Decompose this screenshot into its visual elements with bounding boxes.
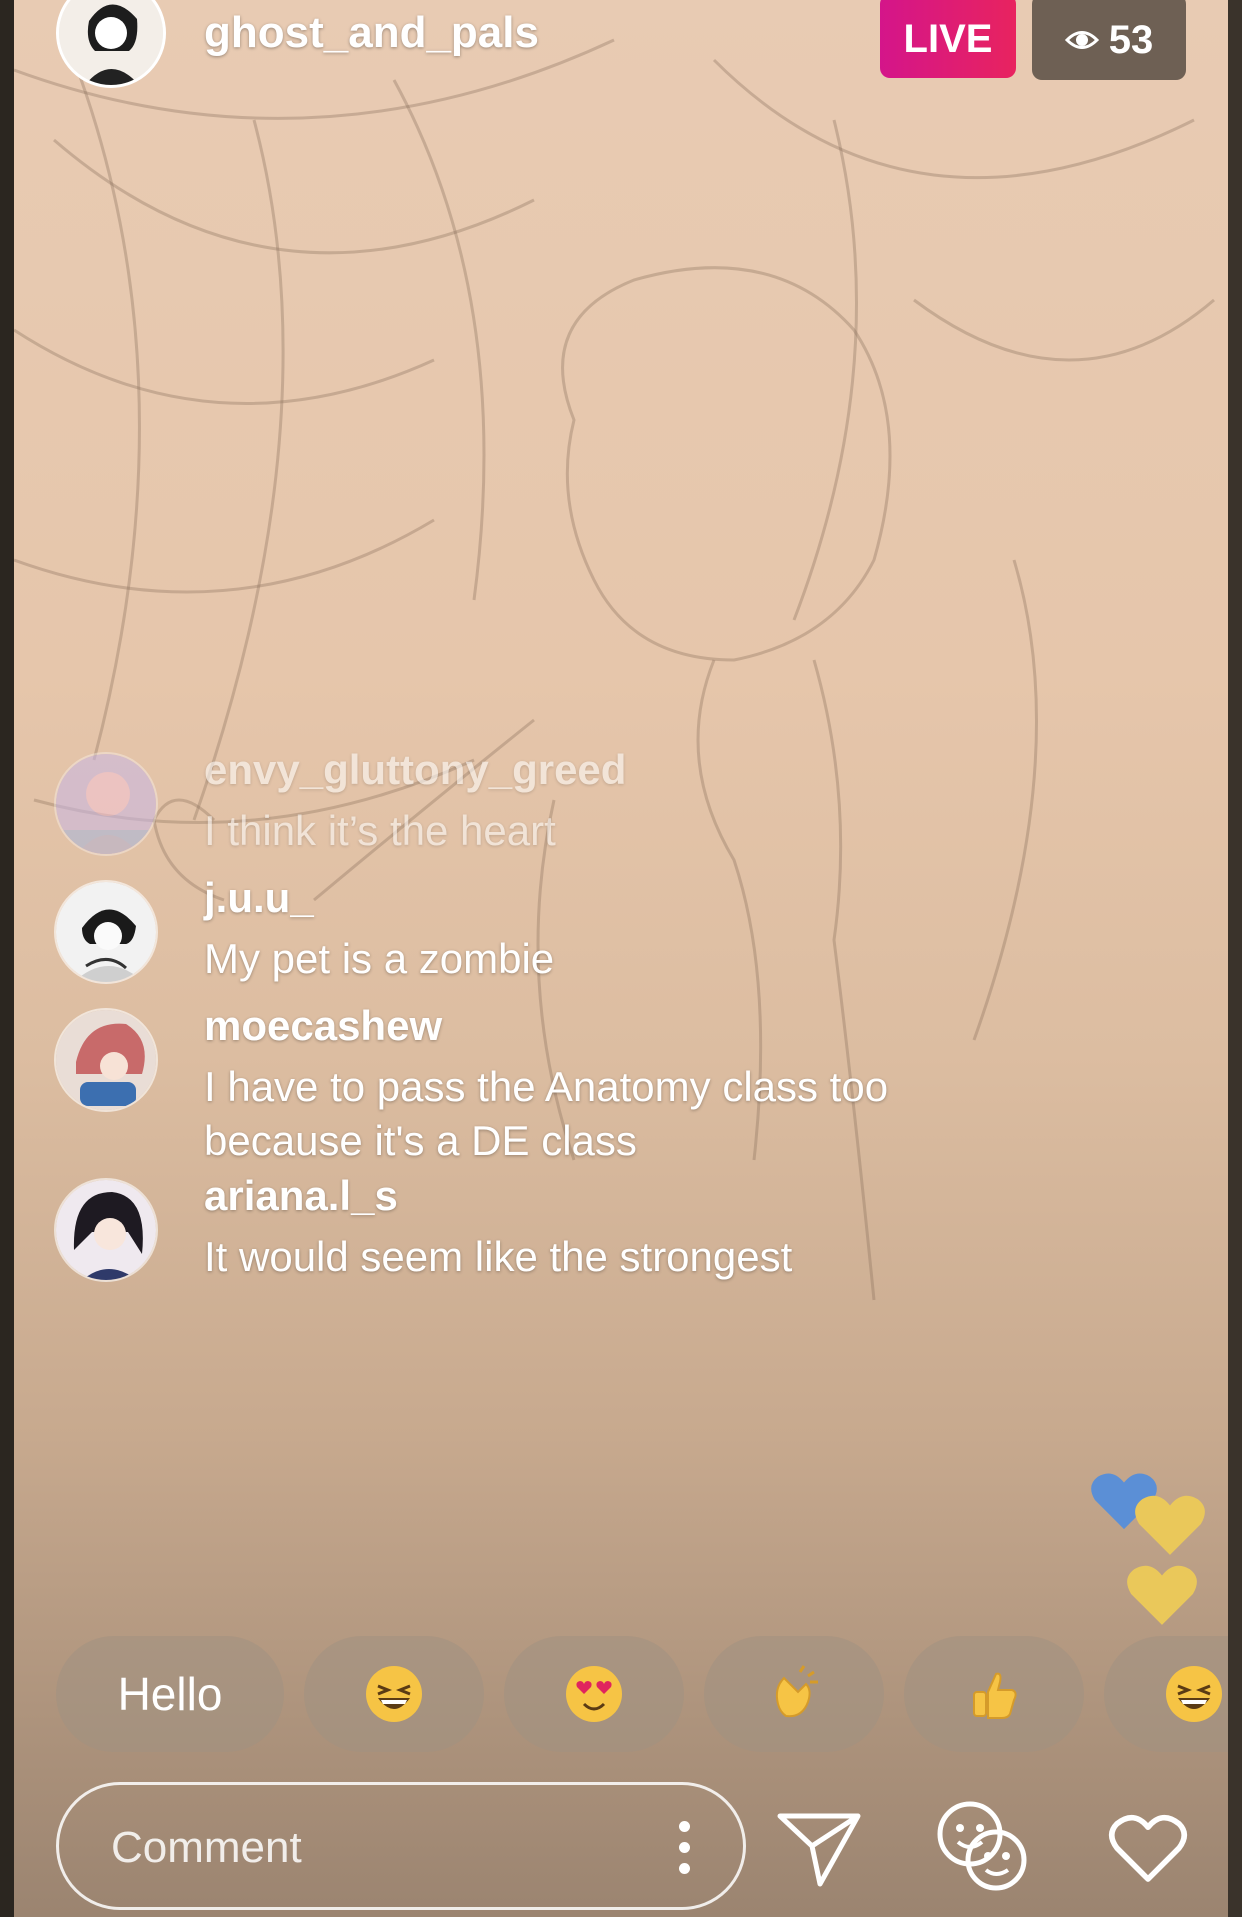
comment-text: I think it’s the heart <box>204 807 556 854</box>
floating-heart-icon <box>1135 1495 1205 1555</box>
comment-username[interactable]: moecashew <box>204 1002 442 1050</box>
thumbs-up-emoji-icon <box>973 1672 1017 1719</box>
face-filter-icon[interactable] <box>932 1796 1032 1896</box>
floating-heart-icon <box>1127 1565 1197 1625</box>
viewer-count: 53 <box>1108 17 1154 62</box>
host-avatar-drawing <box>59 0 163 85</box>
commenter-avatar[interactable] <box>54 752 158 856</box>
viewer-count-badge[interactable]: 53 <box>1032 0 1186 80</box>
host-username[interactable]: ghost_and_pals <box>204 8 539 58</box>
device-edge-left <box>0 0 14 1917</box>
device-edge-right <box>1228 0 1242 1917</box>
comment-text: I have to pass the Anatomy class too bec… <box>204 1063 889 1164</box>
comment-username[interactable]: envy_gluttony_greed <box>204 746 626 794</box>
quick-reply-label: Hello <box>117 1668 223 1720</box>
commenter-avatar[interactable] <box>54 880 158 984</box>
commenter-avatar[interactable] <box>54 1178 158 1282</box>
eye-icon <box>1064 31 1099 49</box>
avatar-image <box>56 882 156 982</box>
quick-reaction-laughing[interactable] <box>304 1636 484 1752</box>
heart-icon[interactable] <box>1106 1810 1190 1886</box>
comment-username[interactable]: ariana.l_s <box>204 1172 398 1220</box>
quick-reaction-laughing[interactable] <box>1104 1636 1228 1752</box>
quick-reaction-clap[interactable] <box>704 1636 884 1752</box>
comment-text: It would seem like the strongest <box>204 1233 793 1280</box>
live-label: LIVE <box>903 16 993 61</box>
avatar-image <box>56 1180 156 1280</box>
avatar-image <box>56 754 156 854</box>
comment-username[interactable]: j.u.u_ <box>204 874 314 922</box>
clapping-hands-emoji-icon <box>775 1665 818 1718</box>
grinning-squinting-emoji-icon <box>366 1666 422 1722</box>
comment-text: My pet is a zombie <box>204 935 555 982</box>
heart-eyes-emoji-icon <box>566 1666 622 1722</box>
more-options-icon[interactable] <box>679 1821 691 1877</box>
commenter-avatar[interactable] <box>54 1008 158 1112</box>
quick-reaction-thumbs-up[interactable] <box>904 1636 1084 1752</box>
avatar-image <box>56 1010 156 1110</box>
comment-placeholder: Comment <box>111 1823 302 1872</box>
comment-input[interactable]: Comment <box>56 1782 746 1910</box>
quick-reply-hello[interactable]: Hello <box>56 1636 284 1752</box>
quick-reaction-heart-eyes[interactable] <box>504 1636 684 1752</box>
grinning-squinting-emoji-icon <box>1166 1666 1222 1722</box>
send-icon[interactable] <box>776 1808 862 1888</box>
live-video-screen: ghost_and_pals LIVE 53 envy_gluttony_gre… <box>14 0 1228 1917</box>
live-badge: LIVE <box>880 0 1016 78</box>
